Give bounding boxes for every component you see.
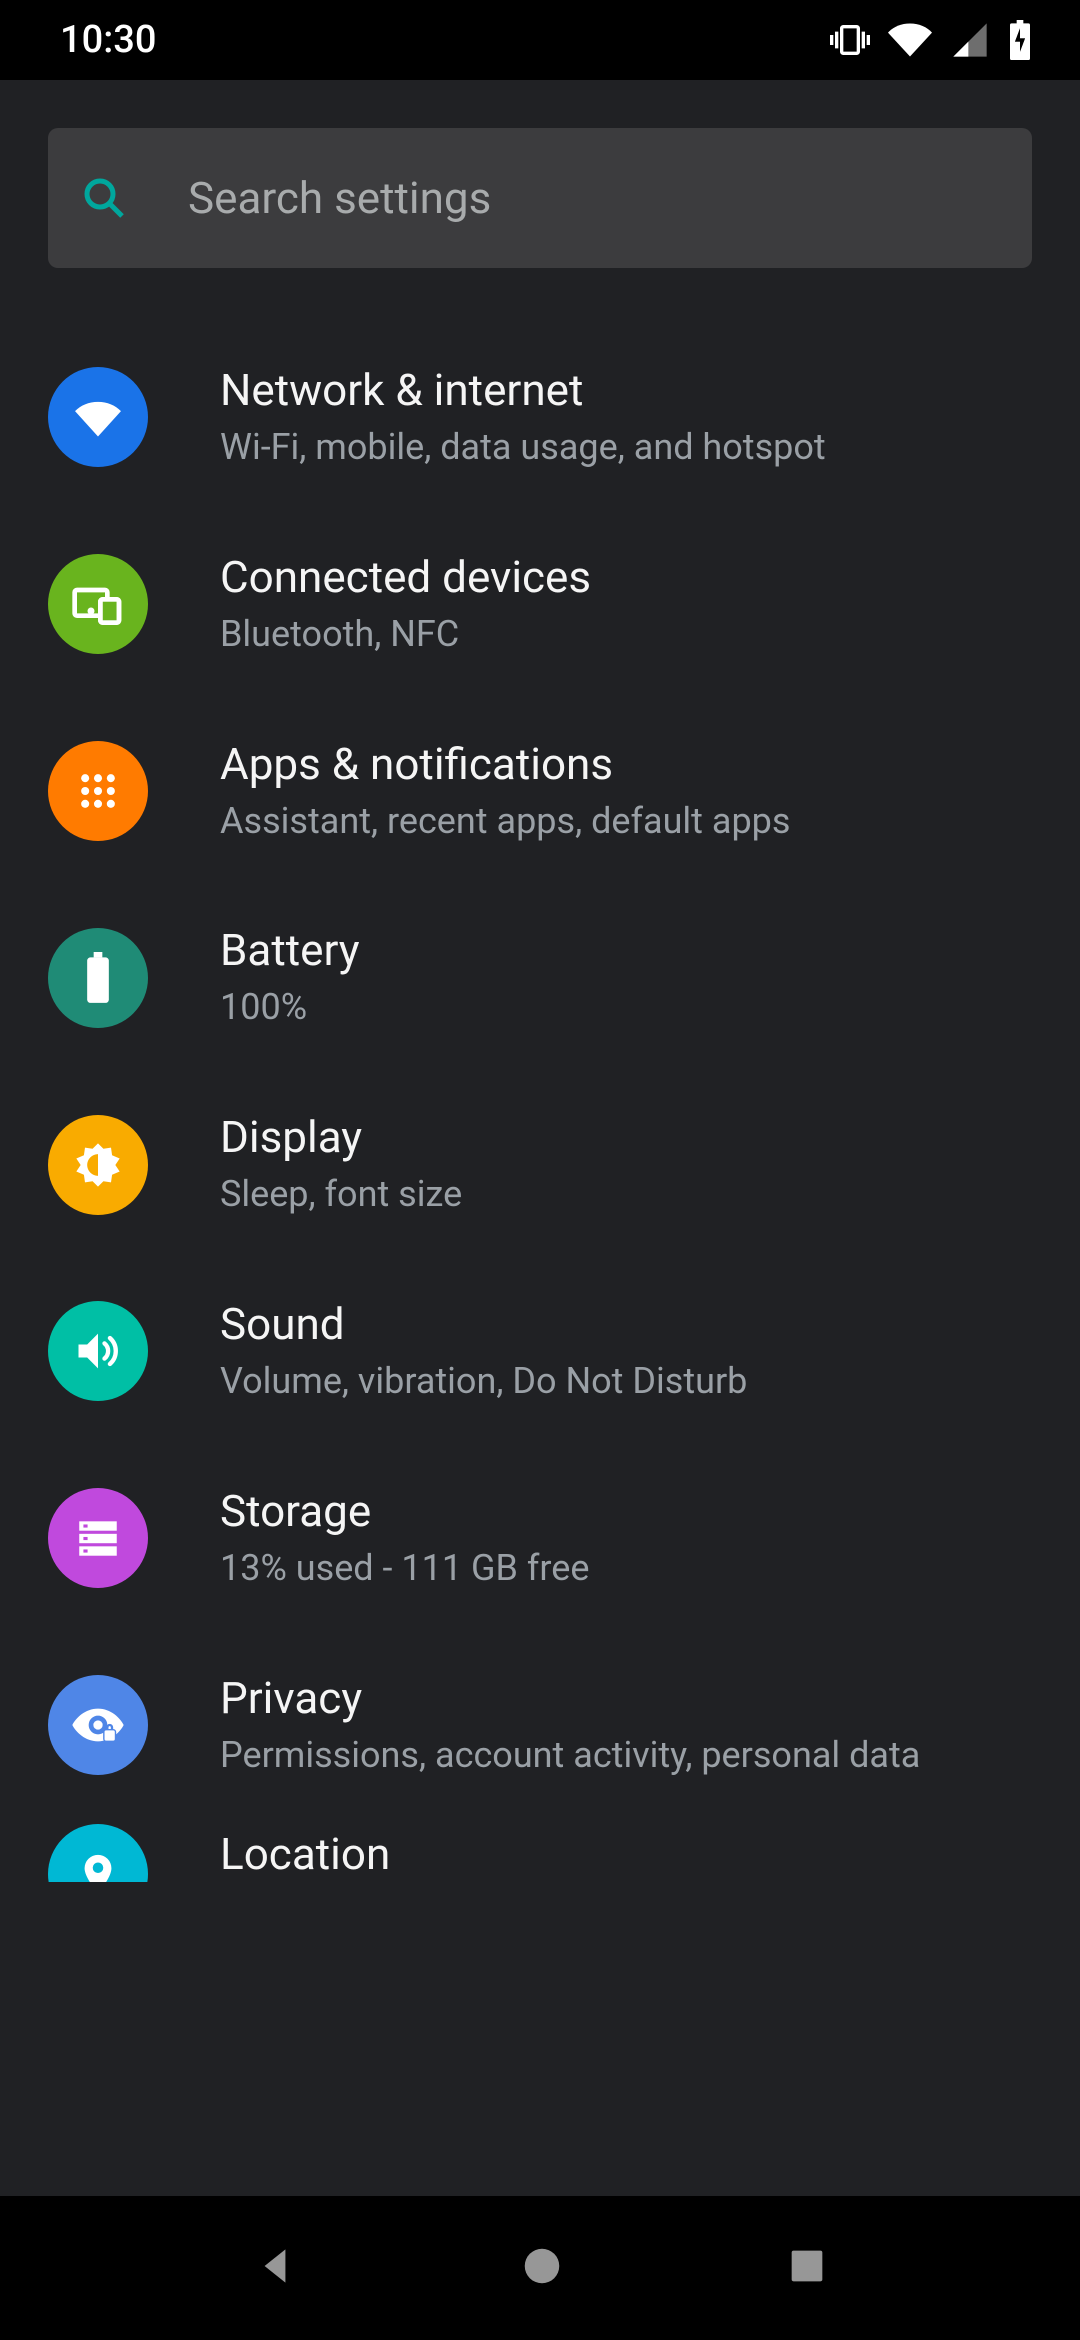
item-subtitle: Volume, vibration, Do Not Disturb bbox=[220, 1358, 1032, 1405]
status-time: 10:30 bbox=[60, 18, 156, 62]
item-title: Battery bbox=[220, 924, 1032, 976]
item-subtitle: Permissions, account activity, personal … bbox=[220, 1732, 1032, 1779]
wifi-icon-circle bbox=[48, 367, 148, 467]
item-apps-notifications[interactable]: Apps & notifications Assistant, recent a… bbox=[0, 698, 1080, 885]
item-subtitle: Sleep, font size bbox=[220, 1171, 1032, 1218]
item-network-internet[interactable]: Network & internet Wi-Fi, mobile, data u… bbox=[0, 324, 1080, 511]
item-title: Apps & notifications bbox=[220, 738, 1032, 790]
item-sound[interactable]: Sound Volume, vibration, Do Not Disturb bbox=[0, 1258, 1080, 1445]
item-title: Connected devices bbox=[220, 551, 1032, 603]
display-icon-circle bbox=[48, 1115, 148, 1215]
item-subtitle: 13% used - 111 GB free bbox=[220, 1545, 1032, 1592]
battery-charging-icon bbox=[1008, 20, 1032, 60]
wifi-icon bbox=[888, 18, 932, 62]
item-subtitle: Wi-Fi, mobile, data usage, and hotspot bbox=[220, 424, 1032, 471]
item-connected-devices[interactable]: Connected devices Bluetooth, NFC bbox=[0, 511, 1080, 698]
sound-icon-circle bbox=[48, 1301, 148, 1401]
vibrate-icon bbox=[830, 20, 870, 60]
item-title: Network & internet bbox=[220, 364, 1032, 416]
devices-icon-circle bbox=[48, 554, 148, 654]
settings-list: Network & internet Wi-Fi, mobile, data u… bbox=[0, 324, 1080, 1882]
item-privacy[interactable]: Privacy Permissions, account activity, p… bbox=[0, 1632, 1080, 1819]
item-display[interactable]: Display Sleep, font size bbox=[0, 1071, 1080, 1258]
nav-recent[interactable] bbox=[784, 2243, 830, 2293]
search-settings[interactable]: Search settings bbox=[48, 128, 1032, 268]
settings-content: Search settings Network & internet Wi-Fi… bbox=[0, 80, 1080, 2196]
location-icon-circle bbox=[48, 1824, 148, 1882]
search-icon bbox=[80, 174, 128, 222]
item-subtitle: Assistant, recent apps, default apps bbox=[220, 798, 1032, 845]
search-placeholder: Search settings bbox=[188, 172, 491, 224]
battery-icon-circle bbox=[48, 928, 148, 1028]
item-title: Storage bbox=[220, 1485, 1032, 1537]
item-subtitle: 100% bbox=[220, 984, 1032, 1031]
item-title: Display bbox=[220, 1111, 1032, 1163]
status-icons bbox=[830, 18, 1032, 62]
item-title: Privacy bbox=[220, 1672, 1032, 1724]
item-storage[interactable]: Storage 13% used - 111 GB free bbox=[0, 1445, 1080, 1632]
item-subtitle: Bluetooth, NFC bbox=[220, 611, 1032, 658]
item-title: Sound bbox=[220, 1298, 1032, 1350]
apps-icon-circle bbox=[48, 741, 148, 841]
nav-home[interactable] bbox=[519, 2243, 565, 2293]
nav-back[interactable] bbox=[250, 2241, 300, 2295]
privacy-icon-circle bbox=[48, 1675, 148, 1775]
status-bar: 10:30 bbox=[0, 0, 1080, 80]
storage-icon-circle bbox=[48, 1488, 148, 1588]
item-location[interactable]: Location bbox=[0, 1818, 1080, 1882]
item-battery[interactable]: Battery 100% bbox=[0, 884, 1080, 1071]
signal-icon bbox=[950, 20, 990, 60]
item-title: Location bbox=[220, 1828, 1032, 1880]
nav-bar bbox=[0, 2196, 1080, 2340]
